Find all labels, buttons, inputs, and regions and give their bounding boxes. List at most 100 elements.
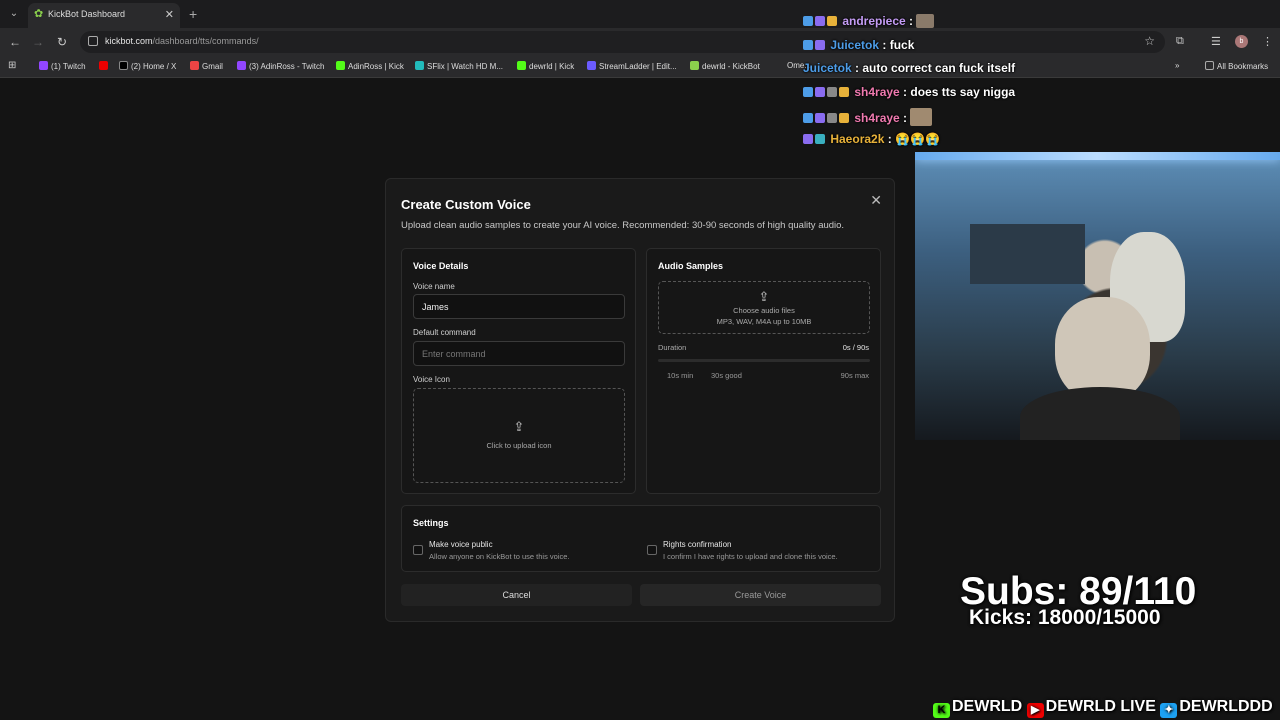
bookmarks-bar: ⊞ (1) Twitch (2) Home / X Gmail (3) Adin…	[0, 56, 1280, 78]
kick-icon	[336, 61, 345, 70]
duration-value: 0s / 90s	[842, 343, 869, 352]
rights-title: Rights confirmation	[663, 540, 732, 549]
tab-kickbot[interactable]: ✿ KickBot Dashboard ✕	[28, 3, 180, 28]
chat-message: Juicetok : fuck	[803, 38, 914, 52]
bookmark-x[interactable]: (2) Home / X	[119, 61, 176, 71]
crown-icon	[827, 16, 837, 26]
settings-panel: Settings Make voice public Allow anyone …	[401, 505, 881, 572]
duration-label: Duration	[658, 343, 687, 352]
chat-message: Juicetok : auto correct can fuck itself	[803, 61, 1016, 75]
all-bookmarks[interactable]: All Bookmarks	[1205, 61, 1268, 71]
youtube-icon	[99, 61, 108, 70]
default-command-input[interactable]: Enter command	[413, 341, 625, 366]
close-icon[interactable]: ✕	[870, 192, 882, 209]
voice-details-panel: Voice Details Voice name James Default c…	[401, 248, 636, 494]
tab-search-icon[interactable]: ⌄	[6, 6, 22, 22]
icon-upload-text: Click to upload icon	[486, 441, 552, 450]
badge-icon	[815, 134, 825, 144]
address-bar[interactable]: kickbot.com/dashboard/tts/commands/ ☆	[80, 31, 1165, 53]
cancel-button[interactable]: Cancel	[401, 584, 632, 606]
bookmark-dewrld-kick[interactable]: dewrld | Kick	[517, 61, 574, 71]
webcam-feed	[915, 152, 1280, 440]
badge-icon	[803, 40, 813, 50]
kickbot-icon	[690, 61, 699, 70]
audio-dropzone[interactable]: ⇪ Choose audio files MP3, WAV, M4A up to…	[658, 281, 870, 334]
make-public-checkbox[interactable]	[413, 545, 423, 555]
site-info-icon[interactable]	[88, 36, 98, 46]
extensions-icon[interactable]: ⧉	[1176, 35, 1184, 48]
bookmark-streamladder[interactable]: StreamLadder | Edit...	[587, 61, 677, 71]
forward-icon[interactable]: →	[31, 35, 45, 49]
badge-icon	[803, 113, 813, 123]
voice-icon-label: Voice Icon	[413, 375, 450, 384]
rights-desc: I confirm I have rights to upload and cl…	[663, 552, 838, 561]
crown-icon	[839, 87, 849, 97]
kick-icon	[517, 61, 526, 70]
twitter-icon: ✦	[1160, 703, 1178, 718]
choose-audio-text: Choose audio files	[733, 306, 795, 315]
reload-icon[interactable]: ↻	[55, 35, 69, 49]
menu-icon[interactable]: ⋮	[1262, 35, 1273, 48]
duration-progress-bar	[658, 359, 870, 362]
mark-good: 30s good	[711, 371, 742, 380]
upload-icon: ⇪	[758, 289, 770, 304]
media-icon[interactable]: ☰	[1211, 35, 1221, 48]
tab-close-icon[interactable]: ✕	[165, 8, 174, 21]
emote-icon	[910, 108, 933, 126]
twitch-icon	[237, 61, 246, 70]
upload-icon: ⇪	[513, 419, 525, 434]
voice-name-label: Voice name	[413, 282, 455, 291]
voice-icon-dropzone[interactable]: ⇪ Click to upload icon	[413, 388, 625, 483]
make-public-title: Make voice public	[429, 540, 493, 549]
screen: ⌄ ✿ KickBot Dashboard ✕ + ← → ↻ kickbot.…	[0, 0, 1280, 720]
rights-checkbox[interactable]	[647, 545, 657, 555]
badge-icon	[815, 16, 825, 26]
create-voice-button[interactable]: Create Voice	[640, 584, 881, 606]
kickbot-favicon-icon: ✿	[34, 8, 44, 20]
bookmark-adinross-kick[interactable]: AdinRoss | Kick	[336, 61, 404, 71]
audio-formats-text: MP3, WAV, M4A up to 10MB	[716, 317, 812, 326]
chat-message: sh4raye : does tts say nigga	[803, 85, 1015, 99]
badge-icon	[827, 113, 837, 123]
mark-min: 10s min	[667, 371, 694, 380]
browser-tab-bar: ⌄ ✿ KickBot Dashboard ✕ +	[0, 0, 1280, 28]
sflix-icon	[415, 61, 424, 70]
bookmark-twitch[interactable]: (1) Twitch	[39, 61, 86, 71]
chat-message: sh4raye :	[803, 108, 934, 126]
badge-icon	[803, 16, 813, 26]
profile-avatar[interactable]: b	[1235, 35, 1248, 48]
make-public-desc: Allow anyone on KickBot to use this voic…	[429, 552, 570, 561]
youtube-icon: ▶	[1026, 703, 1044, 718]
chat-message: Haeora2k : 😭😭😭	[803, 132, 940, 146]
voice-name-input[interactable]: James	[413, 294, 625, 319]
badge-icon	[803, 87, 813, 97]
twitch-icon	[39, 61, 48, 70]
bookmark-sflix[interactable]: SFlix | Watch HD M...	[415, 61, 503, 71]
browser-toolbar: ← → ↻ kickbot.com/dashboard/tts/commands…	[0, 28, 1280, 56]
modal-title: Create Custom Voice	[401, 197, 531, 212]
kick-icon: K	[933, 703, 950, 718]
create-voice-modal: Create Custom Voice Upload clean audio s…	[385, 178, 895, 622]
bookmark-star-icon[interactable]: ☆	[1144, 34, 1155, 48]
crown-icon	[839, 113, 849, 123]
new-tab-icon[interactable]: +	[189, 6, 197, 22]
settings-heading: Settings	[413, 518, 449, 528]
kicks-counter: Kicks: 18000/15000	[969, 606, 1161, 629]
chat-message: andrepiece :	[803, 14, 936, 28]
badge-icon	[827, 87, 837, 97]
bookmark-gmail[interactable]: Gmail	[190, 61, 223, 71]
bookmark-dewrld-kickbot[interactable]: dewrld - KickBot	[690, 61, 760, 71]
gmail-icon	[190, 61, 199, 70]
badge-icon	[803, 134, 813, 144]
audio-samples-panel: Audio Samples ⇪ Choose audio files MP3, …	[646, 248, 881, 494]
url-text: kickbot.com/dashboard/tts/commands/	[105, 36, 259, 46]
streamer-body	[1020, 387, 1180, 440]
bookmark-youtube[interactable]	[99, 61, 111, 71]
back-icon[interactable]: ←	[8, 35, 22, 49]
default-command-label: Default command	[413, 328, 476, 337]
bookmark-adinross-twitch[interactable]: (3) AdinRoss - Twitch	[237, 61, 324, 71]
folder-icon	[1205, 61, 1214, 70]
apps-grid-icon[interactable]: ⊞	[8, 60, 16, 71]
bookmarks-overflow-icon[interactable]: »	[1175, 61, 1179, 70]
socials-bar: K DEWRLD ▶ DEWRLD LIVE ✦ DEWRLDDD	[933, 698, 1273, 718]
